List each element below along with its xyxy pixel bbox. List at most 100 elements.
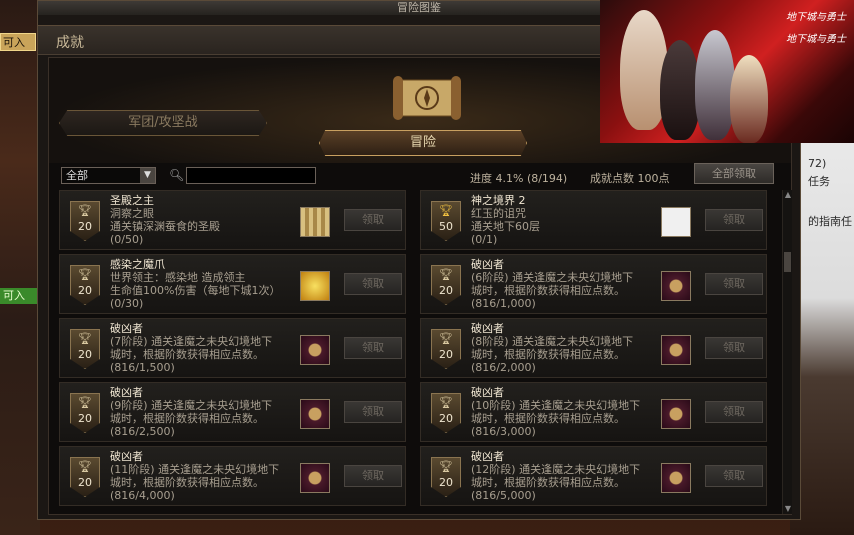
scroll-doc-icon[interactable] bbox=[661, 207, 691, 237]
emblem-icon[interactable] bbox=[300, 399, 330, 429]
game-logo: 地下城与勇士 bbox=[786, 12, 846, 23]
chevron-down-icon[interactable]: ▼ bbox=[140, 168, 155, 183]
achievement-description: (10阶段) 通关逢魔之未央幻境地下 城时，根据阶数获得相应点数。 bbox=[471, 399, 641, 425]
emblem-icon[interactable] bbox=[661, 271, 691, 301]
emblem-icon[interactable] bbox=[300, 463, 330, 493]
achievement-card: 🏆︎ 50 神之境界 2 红玉的诅咒 通关地下60层 (0/1) 领取 bbox=[420, 190, 767, 250]
claim-button[interactable]: 领取 bbox=[705, 465, 763, 487]
left-enter-button[interactable]: 可入 bbox=[0, 33, 36, 51]
achievement-description: 世界领主：感染地 造成领主 生命值100%伤害（每地下城1次） bbox=[110, 271, 281, 297]
achievement-text: 破凶者 (12阶段) 通关逢魔之未央幻境地下 城时，根据阶数获得相应点数。 (816… bbox=[471, 450, 651, 502]
achievement-title: 破凶者 bbox=[471, 450, 504, 463]
right-quest-text-3: 的指南任 bbox=[808, 215, 852, 228]
achievement-list: 🏆︎ 20 圣殿之主 洞察之眼 通关镇深渊蚕食的圣殿 (0/50) 领取 🏆︎ 50 神之境界 … bbox=[59, 190, 779, 510]
achievement-points-value: 20 bbox=[78, 220, 92, 233]
achievement-title: 破凶者 bbox=[110, 450, 143, 463]
claim-button[interactable]: 领取 bbox=[344, 401, 402, 423]
achievement-card: 🏆︎ 20 破凶者 (11阶段) 通关逢魔之未央幻境地下 城时，根据阶数获得相应点数。… bbox=[59, 446, 406, 506]
achievement-progress: (816/3,000) bbox=[471, 425, 536, 438]
search-icon: 🔍︎ bbox=[169, 168, 185, 182]
progress-text: 进度 4.1% (8/194) bbox=[470, 172, 568, 185]
points-medal: 🏆︎ 20 bbox=[70, 457, 100, 497]
list-scrollbar[interactable]: ▲ ▼ bbox=[782, 190, 792, 514]
points-medal: 🏆︎ 50 bbox=[431, 201, 461, 241]
points-medal: 🏆︎ 20 bbox=[70, 201, 100, 241]
claim-button[interactable]: 领取 bbox=[705, 209, 763, 231]
points-medal: 🏆︎ 20 bbox=[431, 329, 461, 369]
points-medal: 🏆︎ 20 bbox=[431, 457, 461, 497]
scroll-up-icon[interactable]: ▲ bbox=[783, 190, 793, 200]
emblem-icon[interactable] bbox=[661, 399, 691, 429]
achievement-description: (7阶段) 通关逢魔之未央幻境地下 城时，根据阶数获得相应点数。 bbox=[110, 335, 273, 361]
game-logo: 地下城与勇士 bbox=[786, 34, 846, 45]
achievement-points-value: 20 bbox=[78, 412, 92, 425]
achievement-progress: (816/2,500) bbox=[110, 425, 175, 438]
claim-button[interactable]: 领取 bbox=[705, 273, 763, 295]
achievement-progress: (816/4,000) bbox=[110, 489, 175, 502]
achievement-title: 圣殿之主 bbox=[110, 194, 154, 207]
scroll-down-icon[interactable]: ▼ bbox=[783, 504, 793, 514]
achievement-text: 破凶者 (8阶段) 通关逢魔之未央幻境地下 城时，根据阶数获得相应点数。 (816/… bbox=[471, 322, 651, 374]
achievement-title: 感染之魔爪 bbox=[110, 258, 165, 271]
claim-button[interactable]: 领取 bbox=[344, 337, 402, 359]
map-icon[interactable] bbox=[300, 207, 330, 237]
achievement-title: 破凶者 bbox=[471, 258, 504, 271]
emblem-icon[interactable] bbox=[661, 463, 691, 493]
left-enter-tag[interactable]: 可入 bbox=[0, 288, 38, 304]
achievement-points-value: 20 bbox=[439, 284, 453, 297]
claim-button[interactable]: 领取 bbox=[344, 209, 402, 231]
trophy-icon: 🏆︎ bbox=[78, 460, 92, 473]
claim-button[interactable]: 领取 bbox=[705, 401, 763, 423]
category-select[interactable]: 全部 ▼ bbox=[61, 167, 156, 184]
achievement-text: 破凶者 (9阶段) 通关逢魔之未央幻境地下 城时，根据阶数获得相应点数。 (816/… bbox=[110, 386, 290, 438]
achievement-points-value: 50 bbox=[439, 220, 453, 233]
claim-button[interactable]: 领取 bbox=[705, 337, 763, 359]
tab-adventure[interactable]: 冒险 bbox=[319, 130, 527, 156]
achievement-card: 🏆︎ 20 破凶者 (8阶段) 通关逢魔之未央幻境地下 城时，根据阶数获得相应点数。(… bbox=[420, 318, 767, 378]
search-input[interactable] bbox=[186, 167, 316, 184]
achievement-text: 破凶者 (10阶段) 通关逢魔之未央幻境地下 城时，根据阶数获得相应点数。 (816… bbox=[471, 386, 651, 438]
achievement-points-value: 20 bbox=[439, 412, 453, 425]
achievement-progress: (0/1) bbox=[471, 233, 498, 246]
character-art bbox=[695, 30, 735, 140]
claim-button[interactable]: 领取 bbox=[344, 273, 402, 295]
achievement-progress: (0/30) bbox=[110, 297, 144, 310]
game-scene: 可入 可入 72) 任务 的指南任 冒险图鉴 成就 军团/攻坚战 冒险 全部 ▼… bbox=[0, 0, 854, 535]
achievement-text: 感染之魔爪 世界领主：感染地 造成领主 生命值100%伤害（每地下城1次） (0/3… bbox=[110, 258, 290, 310]
achievement-card: 🏆︎ 20 破凶者 (9阶段) 通关逢魔之未央幻境地下 城时，根据阶数获得相应点数。(… bbox=[59, 382, 406, 442]
achievement-progress: (0/50) bbox=[110, 233, 144, 246]
trophy-icon: 🏆︎ bbox=[439, 460, 453, 473]
trophy-icon: 🏆︎ bbox=[439, 204, 453, 217]
claim-all-button[interactable]: 全部领取 bbox=[694, 163, 774, 184]
scroll-thumb[interactable] bbox=[784, 252, 791, 272]
left-game-background bbox=[0, 0, 40, 535]
trophy-icon: 🏆︎ bbox=[78, 268, 92, 281]
emblem-icon[interactable] bbox=[661, 335, 691, 365]
achievement-description: (8阶段) 通关逢魔之未央幻境地下 城时，根据阶数获得相应点数。 bbox=[471, 335, 634, 361]
achievement-text: 破凶者 (7阶段) 通关逢魔之未央幻境地下 城时，根据阶数获得相应点数。 (816/… bbox=[110, 322, 290, 374]
achievement-text: 神之境界 2 红玉的诅咒 通关地下60层 (0/1) bbox=[471, 194, 651, 246]
character-art bbox=[730, 55, 768, 143]
trophy-icon: 🏆︎ bbox=[78, 332, 92, 345]
achievement-text: 破凶者 (11阶段) 通关逢魔之未央幻境地下 城时，根据阶数获得相应点数。 (816… bbox=[110, 450, 290, 502]
achievement-description: 洞察之眼 通关镇深渊蚕食的圣殿 bbox=[110, 207, 220, 233]
achievement-title: 神之境界 2 bbox=[471, 194, 526, 207]
claim-button[interactable]: 领取 bbox=[344, 465, 402, 487]
trophy-icon: 🏆︎ bbox=[78, 396, 92, 409]
right-quest-text-1: 72) bbox=[808, 157, 827, 170]
achievement-points: 成就点数 100点 bbox=[590, 172, 670, 185]
achievement-card: 🏆︎ 20 破凶者 (10阶段) 通关逢魔之未央幻境地下 城时，根据阶数获得相应点数。… bbox=[420, 382, 767, 442]
right-quest-text-2: 任务 bbox=[808, 175, 830, 188]
promo-banner[interactable]: 地下城与勇士 地下城与勇士 bbox=[600, 0, 854, 143]
achievement-progress: (816/1,000) bbox=[471, 297, 536, 310]
points-medal: 🏆︎ 20 bbox=[431, 393, 461, 433]
gold-claw-icon[interactable] bbox=[300, 271, 330, 301]
achievement-description: (12阶段) 通关逢魔之未央幻境地下 城时，根据阶数获得相应点数。 bbox=[471, 463, 641, 489]
achievement-progress: (816/1,500) bbox=[110, 361, 175, 374]
emblem-icon[interactable] bbox=[300, 335, 330, 365]
scroll-compass-icon bbox=[393, 76, 461, 120]
achievement-card: 🏆︎ 20 破凶者 (12阶段) 通关逢魔之未央幻境地下 城时，根据阶数获得相应点数。… bbox=[420, 446, 767, 506]
achievement-title: 破凶者 bbox=[471, 386, 504, 399]
tab-legion-raid[interactable]: 军团/攻坚战 bbox=[59, 110, 267, 136]
points-medal: 🏆︎ 20 bbox=[431, 265, 461, 305]
